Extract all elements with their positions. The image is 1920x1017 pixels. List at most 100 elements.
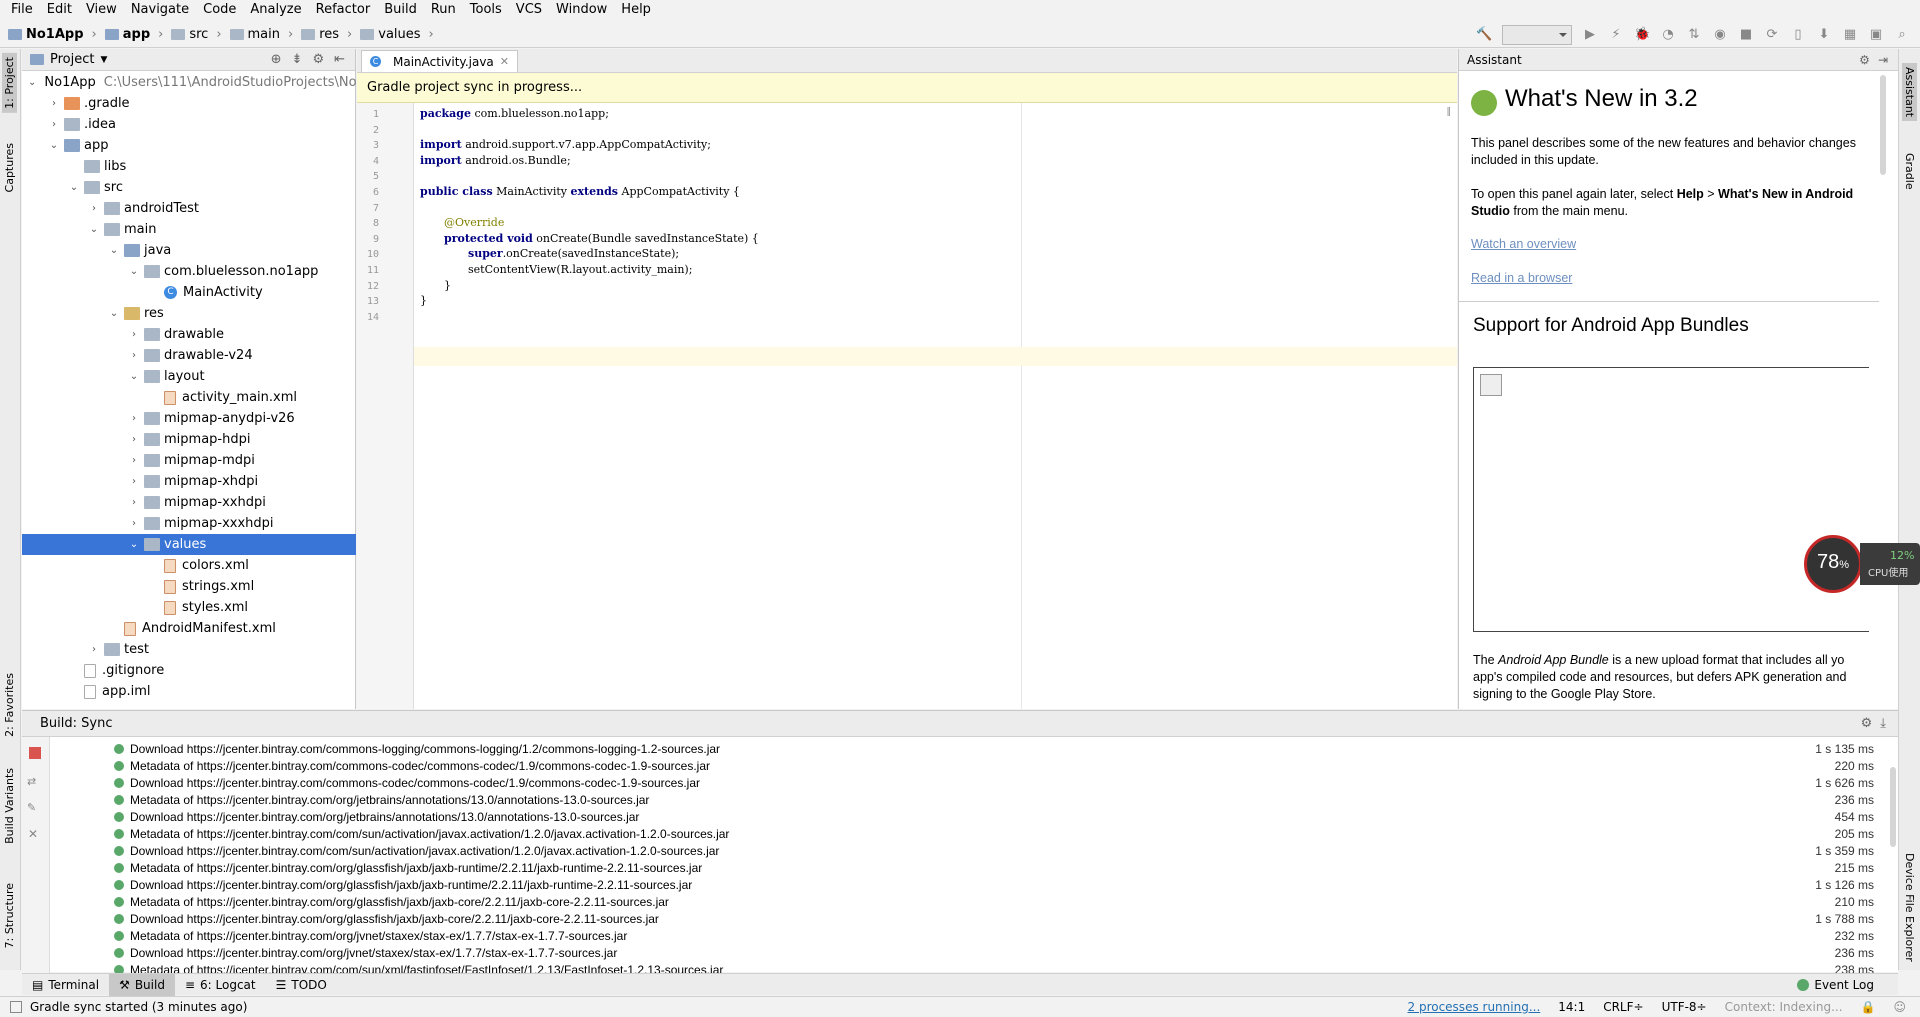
apply-changes-icon[interactable]: ⚡ bbox=[1608, 27, 1624, 43]
attach-debugger-icon[interactable]: ⇅ bbox=[1686, 27, 1702, 43]
coverage-icon[interactable]: ◉ bbox=[1712, 27, 1728, 43]
chevron-right-icon[interactable]: › bbox=[128, 413, 140, 424]
chevron-down-icon[interactable]: ⌄ bbox=[28, 77, 36, 88]
background-processes-link[interactable]: 2 processes running... bbox=[1408, 1000, 1541, 1014]
tree-item[interactable]: › mipmap-xhdpi bbox=[22, 471, 356, 492]
chevron-down-icon[interactable]: ⌄ bbox=[128, 266, 140, 277]
editor-tab-mainactivity[interactable]: C MainActivity.java ✕ bbox=[361, 50, 518, 72]
build-output-row[interactable]: Metadata of https://jcenter.bintray.com/… bbox=[114, 757, 1884, 774]
build-output-row[interactable]: Download https://jcenter.bintray.com/com… bbox=[114, 740, 1884, 757]
build-output-row[interactable]: Download https://jcenter.bintray.com/org… bbox=[114, 808, 1884, 825]
tab-build-variants[interactable]: Build Variants bbox=[2, 764, 17, 848]
tab-terminal[interactable]: ▤ Terminal bbox=[22, 974, 109, 996]
menu-edit[interactable]: Edit bbox=[40, 0, 79, 20]
close-icon[interactable]: ✕ bbox=[500, 55, 509, 68]
menu-build[interactable]: Build bbox=[377, 0, 424, 20]
tree-item[interactable]: › .idea bbox=[22, 114, 356, 135]
tree-item[interactable]: C MainActivity bbox=[22, 282, 356, 303]
breadcrumb-item-main[interactable]: main › bbox=[229, 27, 298, 42]
chevron-right-icon[interactable]: › bbox=[128, 518, 140, 529]
chevron-right-icon[interactable]: › bbox=[48, 98, 60, 109]
menu-code[interactable]: Code bbox=[196, 0, 243, 20]
watch-overview-link[interactable]: Watch an overview bbox=[1471, 237, 1576, 251]
avd-manager-icon[interactable]: ▯ bbox=[1790, 27, 1806, 43]
tree-item[interactable]: AndroidManifest.xml bbox=[22, 618, 356, 639]
breadcrumb-item-project[interactable]: No1App › bbox=[8, 27, 101, 42]
tree-item[interactable]: ⌄ app bbox=[22, 135, 356, 156]
tree-item[interactable]: styles.xml bbox=[22, 597, 356, 618]
debug-icon[interactable]: 🐞 bbox=[1634, 27, 1650, 43]
tree-item[interactable]: › drawable-v24 bbox=[22, 345, 356, 366]
tab-captures[interactable]: Captures bbox=[2, 139, 17, 196]
build-output-row[interactable]: Metadata of https://jcenter.bintray.com/… bbox=[114, 893, 1884, 910]
build-output-row[interactable]: Download https://jcenter.bintray.com/org… bbox=[114, 876, 1884, 893]
chevron-down-icon[interactable]: ⌄ bbox=[48, 140, 60, 151]
tree-item[interactable]: › test bbox=[22, 639, 356, 660]
tree-item[interactable]: libs bbox=[22, 156, 356, 177]
chevron-right-icon[interactable]: › bbox=[128, 329, 140, 340]
gear-icon[interactable]: ⚙ bbox=[1859, 53, 1870, 67]
profile-icon[interactable]: ◔ bbox=[1660, 27, 1676, 43]
breadcrumb-item-src[interactable]: src › bbox=[171, 27, 225, 42]
tree-item[interactable]: .gitignore bbox=[22, 660, 356, 681]
stop-icon[interactable] bbox=[29, 747, 41, 759]
tree-item[interactable]: ⌄ src bbox=[22, 177, 356, 198]
tab-gradle[interactable]: Gradle bbox=[1902, 149, 1917, 194]
tab-event-log[interactable]: Event Log bbox=[1787, 974, 1884, 996]
tree-item[interactable]: › .gradle bbox=[22, 93, 356, 114]
chevron-right-icon[interactable]: › bbox=[88, 203, 100, 214]
tree-item[interactable]: ⌄ main bbox=[22, 219, 356, 240]
chevron-down-icon[interactable]: ▼ bbox=[100, 55, 107, 65]
cpu-monitor-widget[interactable]: 78% 12% CPU使用 bbox=[1804, 535, 1920, 593]
search-icon[interactable]: ⌕ bbox=[1894, 27, 1910, 43]
sync-gradle-icon[interactable]: ⟳ bbox=[1764, 27, 1780, 43]
menu-view[interactable]: View bbox=[79, 0, 124, 20]
tab-project[interactable]: 1: Project bbox=[2, 53, 17, 113]
build-output-row[interactable]: Download https://jcenter.bintray.com/org… bbox=[114, 910, 1884, 927]
chevron-right-icon[interactable]: › bbox=[128, 350, 140, 361]
read-in-browser-link[interactable]: Read in a browser bbox=[1471, 271, 1572, 285]
toggle-tool-windows-icon[interactable] bbox=[10, 1001, 22, 1013]
build-output-row[interactable]: Metadata of https://jcenter.bintray.com/… bbox=[114, 825, 1884, 842]
menu-vcs[interactable]: VCS bbox=[509, 0, 549, 20]
chevron-right-icon[interactable]: › bbox=[88, 644, 100, 655]
hide-icon[interactable]: ⤓ bbox=[1880, 716, 1886, 731]
breadcrumb-item-app[interactable]: app › bbox=[104, 27, 168, 42]
project-structure-icon[interactable]: ▦ bbox=[1842, 27, 1858, 43]
toggle-view-icon[interactable]: ⇄ bbox=[27, 775, 36, 788]
chevron-down-icon[interactable]: ⌄ bbox=[108, 245, 120, 256]
gear-icon[interactable]: ⚙ bbox=[1861, 716, 1873, 731]
chevron-down-icon[interactable]: ⌄ bbox=[68, 182, 80, 193]
tree-item[interactable]: app.iml bbox=[22, 681, 356, 702]
lock-icon[interactable]: 🔒 bbox=[1861, 1000, 1876, 1014]
breadcrumb-item-res[interactable]: res › bbox=[301, 27, 356, 42]
locate-icon[interactable]: ⊕ bbox=[271, 52, 282, 67]
hammer-icon[interactable]: 🔨 bbox=[1476, 27, 1492, 43]
collapse-icon[interactable]: ⇟ bbox=[292, 52, 303, 67]
chevron-right-icon[interactable]: › bbox=[128, 434, 140, 445]
chevron-right-icon[interactable]: › bbox=[48, 119, 60, 130]
chevron-right-icon[interactable]: › bbox=[128, 455, 140, 466]
tree-item[interactable]: › mipmap-anydpi-v26 bbox=[22, 408, 356, 429]
chevron-down-icon[interactable]: ⌄ bbox=[88, 224, 100, 235]
sdk-manager-icon[interactable]: ⬇ bbox=[1816, 27, 1832, 43]
tree-item[interactable]: ⌄ No1App C:\Users\111\AndroidStudioProject… bbox=[22, 72, 357, 93]
close-icon[interactable]: ✕ bbox=[28, 827, 38, 841]
reader-mode-icon[interactable]: ‖ bbox=[1447, 107, 1452, 117]
chevron-right-icon[interactable]: › bbox=[128, 476, 140, 487]
tab-device-file-explorer[interactable]: Device File Explorer bbox=[1902, 849, 1917, 966]
tab-todo[interactable]: ☰ TODO bbox=[266, 974, 337, 996]
tree-item[interactable]: ⌄ res bbox=[22, 303, 356, 324]
caret-position[interactable]: 14:1 bbox=[1558, 1000, 1585, 1014]
inspector-icon[interactable]: ☺ bbox=[1893, 1000, 1906, 1014]
tree-item[interactable]: ⌄ values bbox=[22, 534, 356, 555]
build-output-row[interactable]: Download https://jcenter.bintray.com/com… bbox=[114, 774, 1884, 791]
tree-item[interactable]: › mipmap-mdpi bbox=[22, 450, 356, 471]
pin-icon[interactable]: ✎ bbox=[27, 801, 36, 814]
build-output-row[interactable]: Download https://jcenter.bintray.com/com… bbox=[114, 842, 1884, 859]
tree-item[interactable]: strings.xml bbox=[22, 576, 356, 597]
menu-help[interactable]: Help bbox=[614, 0, 658, 20]
tree-item[interactable]: activity_main.xml bbox=[22, 387, 356, 408]
tree-item[interactable]: ⌄ layout bbox=[22, 366, 356, 387]
tree-item[interactable]: ⌄ com.bluelesson.no1app bbox=[22, 261, 356, 282]
